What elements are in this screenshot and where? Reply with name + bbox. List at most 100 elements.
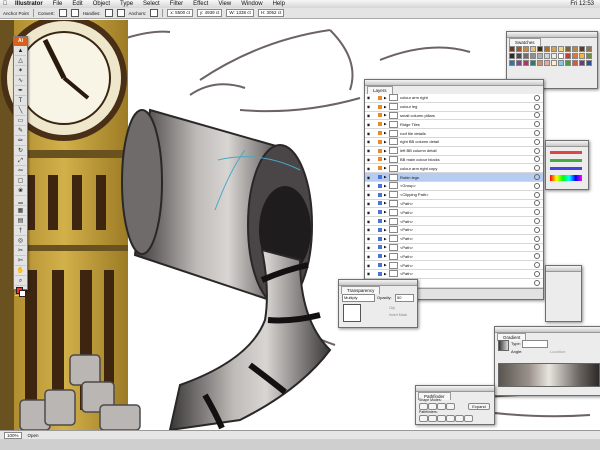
layer-name[interactable]: Robin legs: [400, 175, 534, 180]
swatch-chip[interactable]: [579, 46, 585, 52]
layer-row[interactable]: ◉ ▶ colour arm right copy: [365, 164, 543, 174]
layer-name[interactable]: <Group>: [400, 183, 534, 188]
minus-back-button[interactable]: [464, 415, 473, 422]
layer-row[interactable]: ◉ ▶ <Path>: [365, 243, 543, 253]
swatch-chip[interactable]: [537, 60, 543, 66]
swatch-chip[interactable]: [579, 60, 585, 66]
layer-row[interactable]: ◉ ▶ <Path>: [365, 217, 543, 226]
blend-tool-icon[interactable]: ◎: [15, 237, 26, 246]
layer-row[interactable]: ◉ ▶ small column pillars: [365, 111, 543, 121]
menu-object[interactable]: Object: [93, 1, 110, 7]
target-circle-icon[interactable]: [534, 174, 540, 181]
layer-row[interactable]: ◉ ▶ BB main colour blocks: [365, 155, 543, 165]
rectangle-tool-icon[interactable]: ▭: [15, 117, 26, 126]
layer-row[interactable]: ◉ ▶ <Path>: [365, 208, 543, 218]
rotate-tool-icon[interactable]: ↻: [15, 147, 26, 156]
target-circle-icon[interactable]: [534, 209, 540, 216]
layer-name[interactable]: Ridge Tiles: [400, 122, 534, 127]
menu-file[interactable]: File: [53, 1, 63, 7]
swatch-chip[interactable]: [523, 60, 529, 66]
exclude-shape-button[interactable]: [446, 403, 455, 410]
swatch-chip[interactable]: [523, 53, 529, 59]
layer-name[interactable]: <Path>: [400, 236, 534, 241]
layer-name[interactable]: <Path>: [400, 201, 534, 206]
swatch-chip[interactable]: [572, 46, 578, 52]
layer-name[interactable]: colour arm right copy: [400, 166, 534, 171]
swatch-chip[interactable]: [516, 53, 522, 59]
layer-row[interactable]: ◉ ▶ <Path>: [365, 261, 543, 270]
color-slider-blue[interactable]: [550, 167, 582, 170]
color-slider-red[interactable]: [550, 151, 582, 154]
lasso-tool-icon[interactable]: ∿: [15, 77, 26, 86]
layer-row[interactable]: ◉ ▶ colour arm right: [365, 94, 543, 103]
target-circle-icon[interactable]: [534, 138, 540, 145]
swatch-chip[interactable]: [586, 53, 592, 59]
panel-title-bar[interactable]: [546, 266, 581, 272]
eyedropper-tool-icon[interactable]: †: [15, 227, 26, 236]
swatch-chip[interactable]: [565, 53, 571, 59]
menu-filter[interactable]: Filter: [170, 1, 183, 7]
layer-name[interactable]: BB main colour blocks: [400, 157, 534, 162]
visibility-eye-icon[interactable]: ◉: [365, 148, 372, 153]
slice-tool-icon[interactable]: ✂: [15, 247, 26, 256]
visibility-eye-icon[interactable]: ◉: [365, 236, 372, 241]
swatch-chip[interactable]: [516, 60, 522, 66]
target-circle-icon[interactable]: [534, 279, 540, 286]
target-circle-icon[interactable]: [534, 121, 540, 128]
swatch-chip[interactable]: [565, 46, 571, 52]
gradient-preview[interactable]: [498, 340, 509, 351]
w-field[interactable]: W: 1338 ct: [226, 9, 254, 17]
target-circle-icon[interactable]: [534, 182, 540, 189]
swatch-chip[interactable]: [565, 60, 571, 66]
layer-name[interactable]: <Path>: [400, 254, 534, 259]
layer-row[interactable]: ◉ ▶ left BB column detail: [365, 147, 543, 156]
layer-row[interactable]: ◉ ▶ <Path>: [365, 270, 543, 279]
scissors-tool-icon[interactable]: ✄: [15, 257, 26, 266]
visibility-eye-icon[interactable]: ◉: [365, 271, 372, 276]
layer-row[interactable]: ◉ ▶ <Clipping Path>: [365, 191, 543, 200]
gradient-type-select[interactable]: [522, 340, 548, 348]
layer-name[interactable]: <Path>: [400, 219, 534, 224]
swatch-chip[interactable]: [537, 46, 543, 52]
visibility-eye-icon[interactable]: ◉: [365, 95, 372, 100]
menu-window[interactable]: Window: [241, 1, 262, 7]
visibility-eye-icon[interactable]: ◉: [365, 201, 372, 206]
swatch-chip[interactable]: [509, 53, 515, 59]
visibility-eye-icon[interactable]: ◉: [365, 166, 372, 171]
status-mode[interactable]: Open: [28, 433, 39, 438]
hand-tool-icon[interactable]: ✋: [15, 267, 26, 276]
tab-transparency[interactable]: Transparency: [341, 286, 381, 294]
target-circle-icon[interactable]: [534, 130, 540, 137]
swatch-chip[interactable]: [530, 46, 536, 52]
menu-view[interactable]: View: [218, 1, 231, 7]
layer-name[interactable]: colour arm right: [400, 95, 534, 100]
target-circle-icon[interactable]: [534, 112, 540, 119]
swatch-chip[interactable]: [558, 60, 564, 66]
convert-corner-button[interactable]: [58, 9, 67, 17]
swatch-chip[interactable]: [558, 46, 564, 52]
layer-name[interactable]: left BB column detail: [400, 148, 534, 153]
swatch-chip[interactable]: [544, 60, 550, 66]
x-field[interactable]: x: 5500 ct: [167, 9, 193, 17]
menu-help[interactable]: Help: [273, 1, 285, 7]
visibility-eye-icon[interactable]: ◉: [365, 104, 372, 109]
menu-edit[interactable]: Edit: [72, 1, 82, 7]
free-transform-tool-icon[interactable]: ▢: [15, 177, 26, 186]
apple-menu-icon[interactable]: : [0, 1, 10, 7]
swatch-chip[interactable]: [516, 46, 522, 52]
target-circle-icon[interactable]: [534, 156, 540, 163]
menu-effect[interactable]: Effect: [193, 1, 208, 7]
layer-name[interactable]: <Path>: [400, 271, 534, 276]
layer-row[interactable]: ◉ ▶ Ridge Tiles: [365, 120, 543, 130]
gradient-tool-icon[interactable]: ▤: [15, 217, 26, 226]
add-shape-button[interactable]: [419, 403, 428, 410]
anchors-remove-button[interactable]: [150, 9, 159, 17]
menu-select[interactable]: Select: [143, 1, 160, 7]
target-circle-icon[interactable]: [534, 226, 540, 233]
visibility-eye-icon[interactable]: ◉: [365, 245, 372, 250]
target-circle-icon[interactable]: [534, 253, 540, 260]
swatch-chip[interactable]: [572, 53, 578, 59]
visibility-eye-icon[interactable]: ◉: [365, 113, 372, 118]
swatch-chip[interactable]: [544, 46, 550, 52]
type-tool-icon[interactable]: T: [15, 97, 26, 106]
